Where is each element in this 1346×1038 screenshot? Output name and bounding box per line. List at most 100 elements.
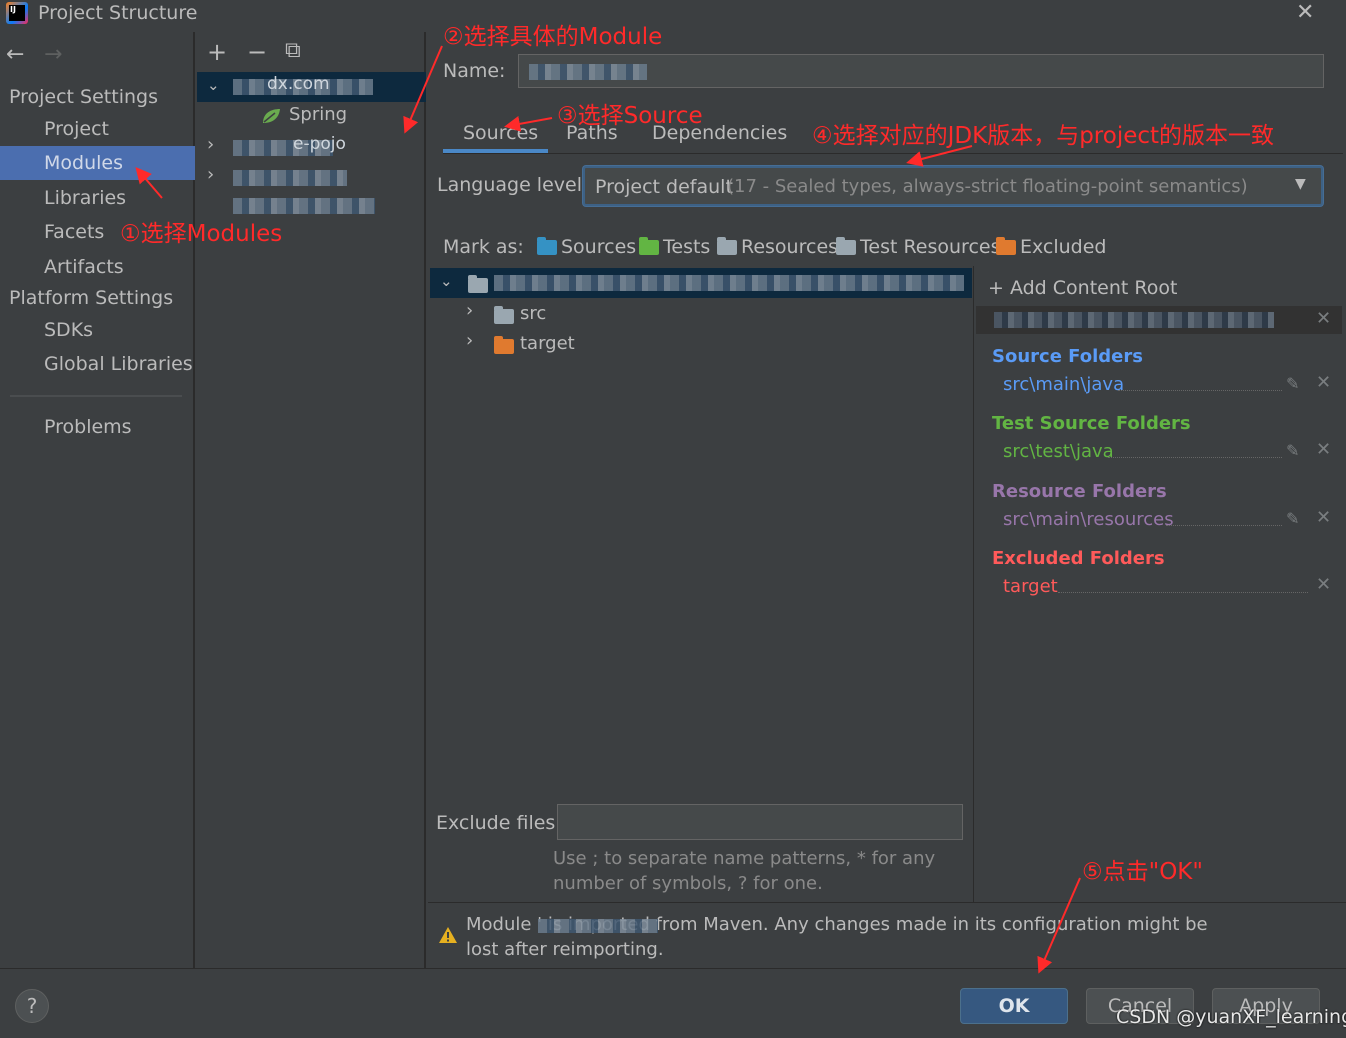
mark-as-label: Mark as:: [443, 236, 524, 258]
mark-as-tests-label: Tests: [663, 236, 711, 258]
source-folder-path: src\main\java: [1003, 374, 1125, 395]
chevron-down-icon[interactable]: ⌄: [440, 272, 453, 290]
copy-module-icon[interactable]: ⧉: [285, 38, 301, 63]
blurred-module-name: [233, 170, 347, 186]
exclude-files-input[interactable]: [557, 804, 963, 840]
help-icon[interactable]: ?: [15, 989, 49, 1023]
spring-leaf-icon: [261, 107, 281, 125]
target-folder-icon: [494, 336, 514, 354]
folder-icon: [468, 275, 488, 293]
chevron-right-icon[interactable]: ›: [207, 164, 214, 185]
tree-row-src[interactable]: › src: [428, 300, 974, 330]
resource-folders-title: Resource Folders: [992, 481, 1167, 502]
remove-folder-icon[interactable]: ✕: [1316, 372, 1331, 393]
chevron-down-icon[interactable]: ⌄: [207, 76, 220, 94]
chevron-right-icon[interactable]: ›: [207, 134, 214, 155]
tests-folder-icon: [639, 236, 659, 255]
nav-item-artifacts[interactable]: Artifacts: [0, 250, 195, 284]
src-folder-icon: [494, 306, 514, 324]
test-source-folder-path: src\test\java: [1003, 441, 1114, 462]
remove-content-root-icon[interactable]: ✕: [1316, 308, 1331, 329]
annotation-2: ②选择具体的Module: [443, 24, 663, 50]
back-arrow-icon[interactable]: ←: [6, 42, 24, 67]
source-folders-title: Source Folders: [992, 346, 1143, 367]
tree-row-spring[interactable]: Spring: [197, 102, 426, 132]
excluded-folders-title: Excluded Folders: [992, 548, 1165, 569]
nav-item-sdks[interactable]: SDKs: [0, 313, 195, 347]
tree-row-content-root[interactable]: ⌄: [430, 268, 972, 298]
nav-item-modules[interactable]: Modules: [0, 146, 195, 180]
blurred-module-name: [233, 198, 375, 214]
tree-row-module-3[interactable]: ›: [197, 162, 426, 192]
spring-label: Spring: [289, 104, 348, 125]
tree-row-selected-module[interactable]: ⌄ dx.com: [197, 72, 426, 102]
tree-row-module-2[interactable]: › e-pojo: [197, 132, 426, 162]
nav-item-libraries[interactable]: Libraries: [0, 181, 195, 215]
nav-divider: [10, 395, 182, 397]
add-module-icon[interactable]: +: [207, 38, 227, 66]
edit-pencil-icon[interactable]: ✎: [1286, 374, 1299, 393]
remove-folder-icon[interactable]: ✕: [1316, 574, 1331, 595]
blurred-module-name: [529, 64, 647, 80]
forward-arrow-icon[interactable]: →: [44, 42, 62, 67]
annotation-3: ③选择Source: [557, 103, 703, 129]
name-label: Name:: [443, 60, 506, 82]
excluded-folder-path: target: [1003, 576, 1058, 597]
dotted-leader: [1166, 525, 1282, 526]
nav-item-global-libraries[interactable]: Global Libraries: [0, 347, 195, 381]
module-tree-panel: + − ⧉ ⌄ dx.com Spring › e-pojo ›: [197, 32, 426, 968]
test-source-folders-title: Test Source Folders: [992, 413, 1191, 434]
remove-folder-icon[interactable]: ✕: [1316, 507, 1331, 528]
module-name-input[interactable]: [518, 54, 1324, 88]
add-content-root-button[interactable]: + Add Content Root: [988, 277, 1177, 299]
src-folder-label: src: [520, 303, 547, 324]
exclude-hint-line1: Use ; to separate name patterns, * for a…: [553, 848, 936, 869]
language-level-value: Project default: [595, 176, 733, 198]
project-settings-header: Project Settings: [9, 86, 158, 108]
tab-sources[interactable]: Sources: [463, 122, 538, 144]
mark-as-resources-button[interactable]: Resources: [717, 236, 838, 258]
tree-row-target[interactable]: › target: [428, 330, 974, 360]
dotted-leader: [1108, 457, 1282, 458]
close-icon[interactable]: ✕: [1296, 0, 1314, 25]
warning-line2: lost after reimporting.: [466, 939, 664, 960]
edit-pencil-icon[interactable]: ✎: [1286, 441, 1299, 460]
dropdown-arrow-icon: ▼: [1295, 176, 1306, 192]
chevron-right-icon[interactable]: ›: [466, 330, 473, 351]
mark-as-excluded-button[interactable]: Excluded: [996, 236, 1107, 258]
resource-folder-path: src\main\resources: [1003, 509, 1174, 530]
blurred-module-name: [538, 919, 658, 933]
excluded-folder-icon: [996, 236, 1016, 255]
remove-folder-icon[interactable]: ✕: [1316, 439, 1331, 460]
mark-as-tests-button[interactable]: Tests: [639, 236, 710, 258]
exclude-files-label: Exclude files:: [436, 812, 562, 834]
language-level-label: Language level:: [437, 174, 589, 196]
ok-button[interactable]: OK: [960, 988, 1068, 1024]
test-resources-folder-icon: [836, 236, 856, 255]
window-title: Project Structure: [38, 2, 198, 24]
module-name-partial: dx.com: [267, 74, 330, 94]
mark-as-resources-label: Resources: [741, 236, 839, 258]
annotation-4: ④选择对应的JDK版本，与project的版本一致: [812, 123, 1275, 149]
nav-item-problems[interactable]: Problems: [0, 410, 195, 444]
chevron-right-icon[interactable]: ›: [466, 300, 473, 321]
mark-as-test-resources-button[interactable]: Test Resources: [836, 236, 1001, 258]
content-root-header: ✕: [976, 306, 1342, 334]
module-name-partial: e-pojo: [293, 134, 346, 154]
annotation-1: ①选择Modules: [120, 221, 283, 247]
edit-pencil-icon[interactable]: ✎: [1286, 509, 1299, 528]
blurred-content-root-path: [494, 275, 964, 291]
blurred-content-root-path: [994, 312, 1274, 328]
annotation-5: ⑤点击"OK": [1082, 859, 1203, 885]
warning-triangle-icon: [438, 926, 458, 948]
nav-item-project[interactable]: Project: [0, 112, 195, 146]
remove-module-icon[interactable]: −: [247, 38, 267, 66]
intellij-logo-icon: IJ: [6, 2, 28, 24]
language-level-select[interactable]: Project default (17 - Sealed types, alwa…: [583, 166, 1323, 206]
mark-as-sources-button[interactable]: Sources: [537, 236, 636, 258]
warning-divider: [428, 902, 1346, 903]
platform-settings-header: Platform Settings: [9, 287, 174, 309]
mark-as-excluded-label: Excluded: [1020, 236, 1107, 258]
settings-nav: ← → Project Settings Project Modules Lib…: [0, 32, 195, 968]
mark-as-test-resources-label: Test Resources: [860, 236, 1001, 258]
